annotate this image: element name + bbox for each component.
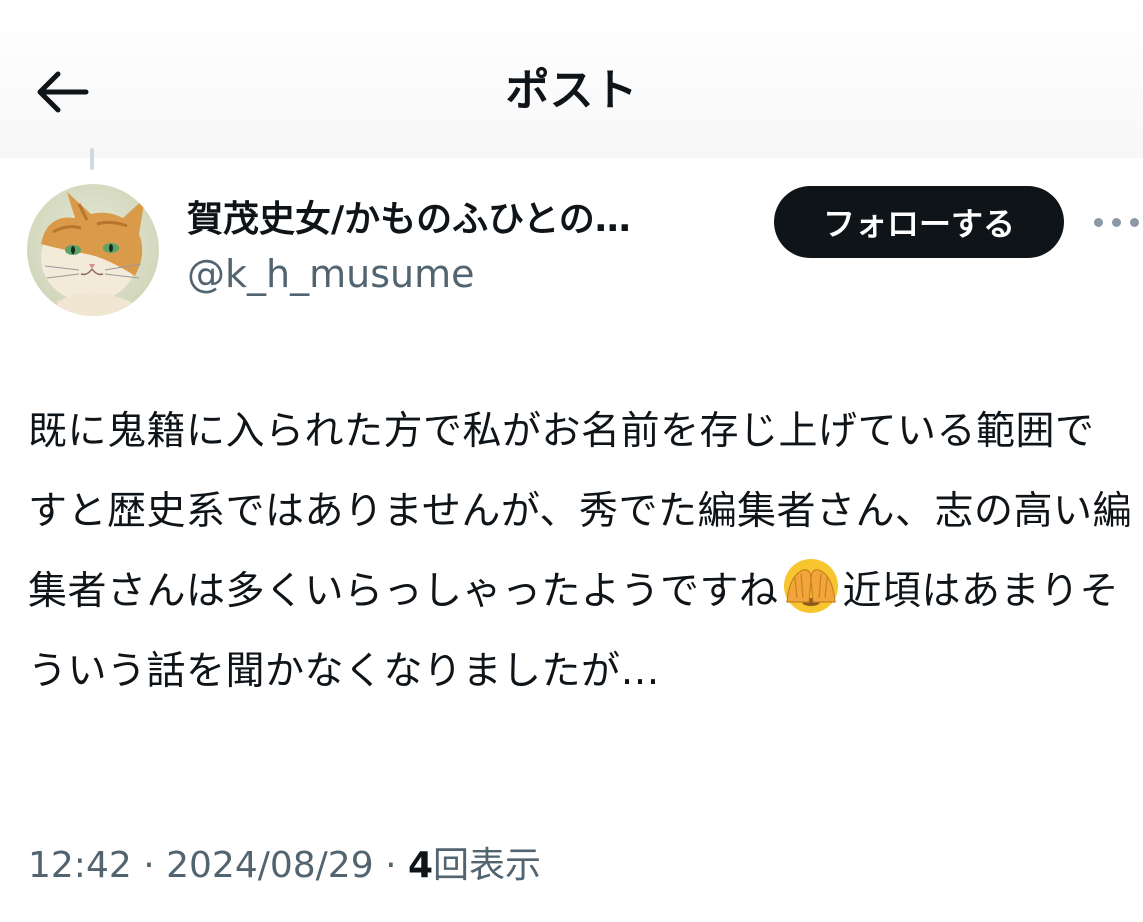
face-with-hands-over-eyes-icon [781, 556, 841, 616]
meta-separator: · [143, 845, 155, 886]
more-dots-icon [1130, 217, 1139, 227]
post-date: 2024/08/29 [166, 845, 374, 886]
author-display-name[interactable]: 賀茂史女/かものふひとの… [187, 190, 747, 250]
views-count[interactable]: 4 [408, 845, 433, 886]
meta-separator: · [385, 845, 397, 886]
views-label[interactable]: 回表示 [433, 845, 541, 886]
thread-connector-line [90, 148, 94, 170]
follow-button[interactable]: フォローする [774, 186, 1064, 258]
more-dots-icon [1112, 217, 1121, 227]
more-dots-icon [1094, 217, 1103, 227]
avatar[interactable] [27, 184, 159, 316]
post-text: 既に鬼籍に入られた方で私がお名前を存じ上げている範囲ですと歴史系ではありませんが… [28, 392, 1133, 712]
more-options-button[interactable] [1094, 205, 1143, 239]
author-info: 賀茂史女/かものふひとの… @k_h_musume [187, 190, 747, 300]
header-bar: ポスト [0, 0, 1143, 158]
post-time: 12:42 [28, 845, 132, 886]
post-meta: 12:42 · 2024/08/29 · 4回表示 [28, 838, 541, 894]
cat-avatar-icon [27, 184, 159, 316]
author-handle[interactable]: @k_h_musume [187, 248, 747, 300]
page-title: ポスト [505, 65, 638, 116]
post-detail-screen: ポスト 賀茂史女/かものふひとの… @k_h_musume フォローする 既に鬼… [0, 0, 1143, 922]
